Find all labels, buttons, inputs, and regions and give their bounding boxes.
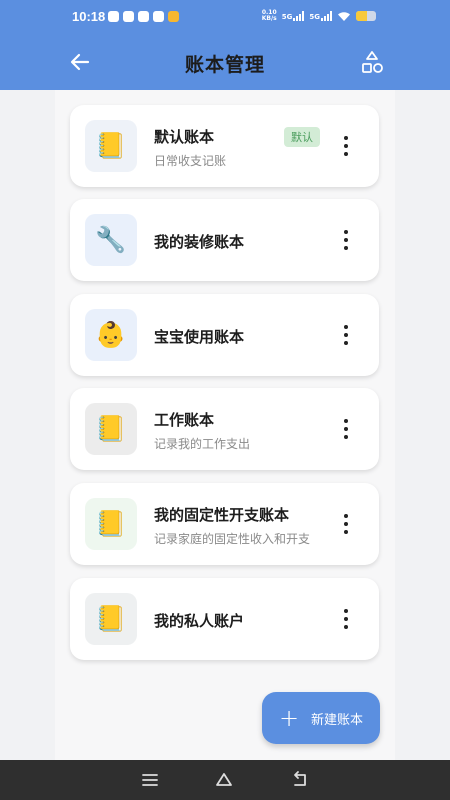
notification-icon	[153, 11, 164, 22]
book-desc: 日常收支记账	[154, 154, 227, 168]
default-badge: 默认	[284, 127, 320, 147]
more-options-icon[interactable]	[343, 609, 349, 629]
app-header: 10:18 0.10 KB/s 5G 5G 账本管理	[0, 0, 450, 90]
book-card-baby[interactable]: 👶 宝宝使用账本	[70, 294, 379, 376]
book-card-fixed-expenses[interactable]: 📒 我的固定性开支账本 记录家庭的固定性收入和开支	[70, 483, 379, 565]
notification-icons	[108, 11, 179, 22]
notification-icon	[123, 11, 134, 22]
status-bar: 10:18 0.10 KB/s 5G 5G	[0, 0, 450, 34]
book-card-private[interactable]: 📒 我的私人账户	[70, 578, 379, 660]
new-book-label: 新建账本	[311, 712, 364, 728]
more-options-icon[interactable]	[343, 514, 349, 534]
book-card-renovation[interactable]: 🔧 我的装修账本	[70, 199, 379, 281]
signal-bars-icon	[293, 11, 305, 21]
left-margin	[0, 90, 55, 760]
back-icon[interactable]	[290, 770, 310, 790]
notification-icon	[108, 11, 119, 22]
plus-icon: +	[278, 704, 300, 732]
notification-icon	[168, 11, 179, 22]
more-options-icon[interactable]	[343, 136, 349, 156]
status-right: 0.10 KB/s 5G 5G	[262, 10, 376, 22]
notebook-icon: 📒	[85, 403, 137, 455]
wrench-icon: 🔧	[85, 214, 137, 266]
notebook-icon: 📒	[85, 593, 137, 645]
book-name: 我的固定性开支账本	[154, 506, 290, 524]
new-book-button[interactable]: + 新建账本	[262, 692, 380, 744]
book-card-default[interactable]: 📒 默认账本 日常收支记账 默认	[70, 105, 379, 187]
wifi-icon	[338, 11, 350, 21]
notebook-icon: 📒	[85, 120, 137, 172]
shapes-icon[interactable]	[360, 50, 384, 76]
baby-icon: 👶	[85, 309, 137, 361]
book-name: 工作账本	[154, 411, 215, 429]
book-card-work[interactable]: 📒 工作账本 记录我的工作支出	[70, 388, 379, 470]
book-desc: 记录我的工作支出	[154, 437, 251, 451]
book-name: 宝宝使用账本	[154, 328, 245, 346]
status-time: 10:18	[72, 9, 106, 24]
signal-2: 5G	[309, 11, 332, 21]
more-options-icon[interactable]	[343, 419, 349, 439]
book-name: 我的装修账本	[154, 233, 245, 251]
more-options-icon[interactable]	[343, 325, 349, 345]
book-name: 我的私人账户	[154, 612, 245, 630]
menu-icon[interactable]	[140, 770, 160, 790]
more-options-icon[interactable]	[343, 230, 349, 250]
book-desc: 记录家庭的固定性收入和开支	[154, 532, 311, 546]
right-margin	[395, 90, 450, 760]
network-speed: 0.10 KB/s	[261, 9, 277, 22]
signal-bars-icon	[321, 11, 332, 21]
home-icon[interactable]	[214, 770, 234, 790]
notification-icon	[138, 11, 149, 22]
battery-icon	[356, 11, 376, 21]
system-nav-bar	[0, 760, 450, 800]
signal-1: 5G	[282, 11, 305, 21]
notebook-icon: 📒	[85, 498, 137, 550]
book-name: 默认账本	[154, 128, 215, 146]
